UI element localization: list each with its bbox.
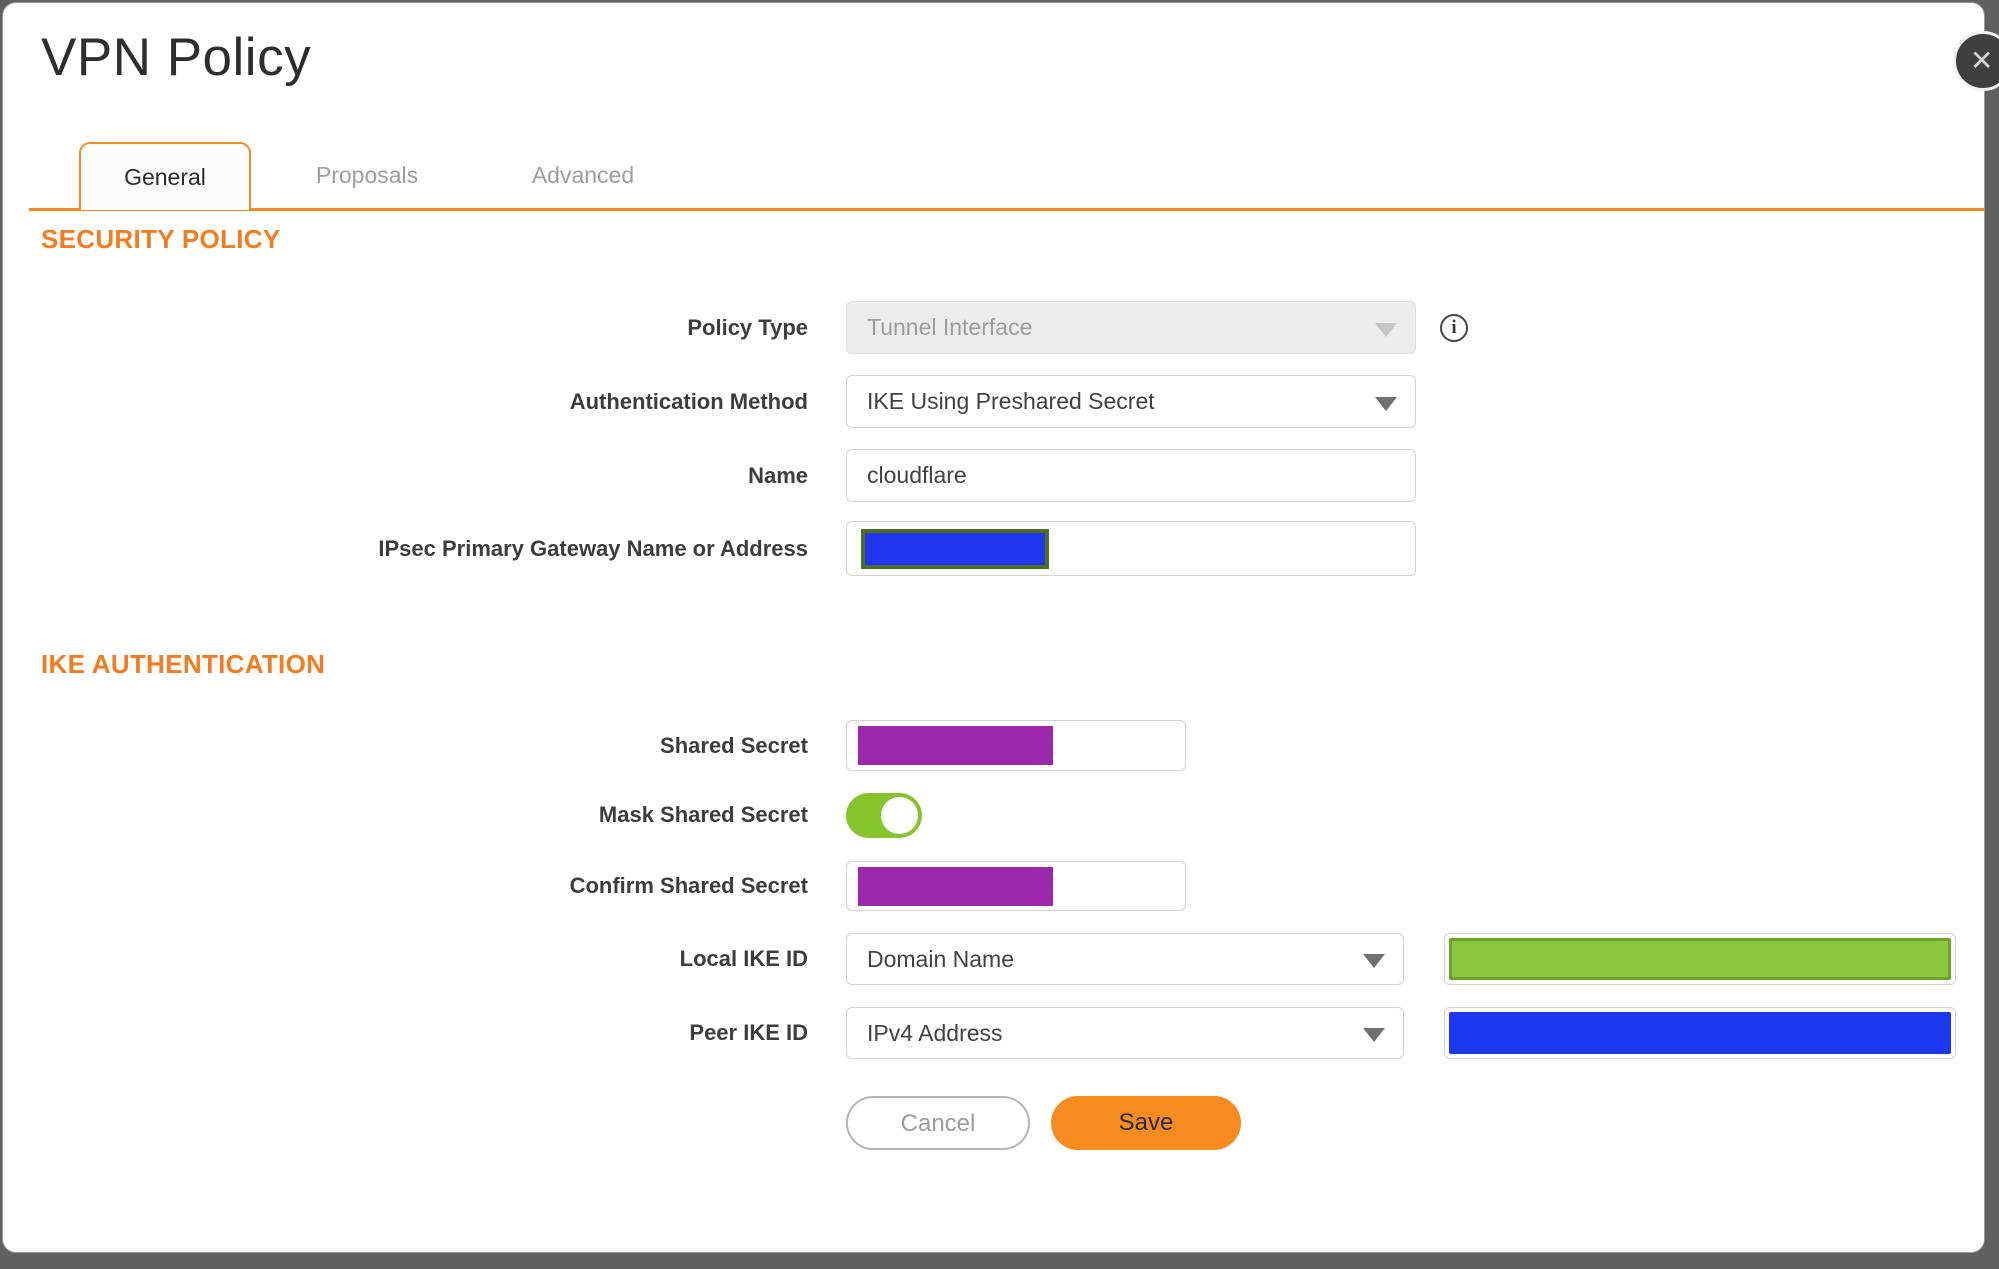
shared-secret-input[interactable] bbox=[846, 720, 1186, 771]
gateway-redacted-value bbox=[861, 528, 1049, 569]
save-button[interactable]: Save bbox=[1051, 1096, 1241, 1150]
chevron-down-icon bbox=[1363, 1028, 1385, 1042]
policy-type-label: Policy Type bbox=[687, 314, 808, 340]
name-value: cloudflare bbox=[867, 462, 967, 488]
tab-advanced[interactable]: Advanced bbox=[497, 142, 669, 210]
peer-ike-id-redacted-value bbox=[1449, 1012, 1951, 1054]
peer-ike-id-label: Peer IKE ID bbox=[689, 1020, 808, 1045]
name-label: Name bbox=[748, 462, 808, 488]
toggle-knob bbox=[881, 796, 918, 834]
close-icon: ✕ bbox=[1970, 45, 1994, 76]
close-button[interactable]: ✕ bbox=[1953, 31, 1999, 91]
local-ike-id-row: Local IKE ID Domain Name bbox=[3, 933, 1984, 985]
local-ike-id-input[interactable] bbox=[1444, 933, 1956, 985]
peer-ike-id-row: Peer IKE ID IPv4 Address bbox=[3, 1007, 1984, 1059]
section-heading-ike-authentication: IKE AUTHENTICATION bbox=[41, 649, 326, 679]
local-ike-id-type-value: Domain Name bbox=[867, 945, 1014, 972]
confirm-shared-secret-row: Confirm Shared Secret bbox=[3, 861, 1984, 911]
cancel-button[interactable]: Cancel bbox=[846, 1096, 1030, 1150]
peer-ike-id-type-value: IPv4 Address bbox=[867, 1019, 1003, 1046]
chevron-down-icon bbox=[1363, 954, 1385, 968]
local-ike-id-redacted-value bbox=[1449, 938, 1951, 980]
local-ike-id-label: Local IKE ID bbox=[679, 946, 808, 971]
authentication-method-row: Authentication Method IKE Using Preshare… bbox=[3, 375, 1984, 428]
vpn-policy-dialog: ✕ VPN Policy General Proposals Advanced … bbox=[2, 2, 1999, 1253]
peer-ike-id-select[interactable]: IPv4 Address bbox=[846, 1007, 1404, 1059]
tab-general[interactable]: General bbox=[79, 142, 251, 210]
peer-ike-id-input[interactable] bbox=[1444, 1007, 1956, 1059]
gateway-row: IPsec Primary Gateway Name or Address bbox=[3, 521, 1984, 576]
mask-shared-secret-label: Mask Shared Secret bbox=[598, 802, 808, 827]
page-title: VPN Policy bbox=[41, 28, 312, 87]
authentication-method-label: Authentication Method bbox=[569, 388, 808, 414]
shared-secret-row: Shared Secret bbox=[3, 720, 1984, 771]
confirm-shared-secret-input[interactable] bbox=[846, 861, 1186, 911]
shared-secret-redacted-value bbox=[858, 726, 1053, 765]
shared-secret-label: Shared Secret bbox=[660, 732, 808, 758]
policy-type-row: Policy Type Tunnel Interface i bbox=[3, 301, 1984, 354]
policy-type-value: Tunnel Interface bbox=[867, 314, 1033, 340]
confirm-shared-secret-redacted-value bbox=[858, 866, 1053, 906]
gateway-label: IPsec Primary Gateway Name or Address bbox=[378, 535, 808, 561]
action-buttons-row: Cancel Save bbox=[3, 1096, 1984, 1150]
gateway-input[interactable] bbox=[846, 521, 1416, 576]
mask-shared-secret-row: Mask Shared Secret bbox=[3, 792, 1984, 838]
authentication-method-select[interactable]: IKE Using Preshared Secret bbox=[846, 375, 1416, 428]
policy-type-select: Tunnel Interface bbox=[846, 301, 1416, 354]
authentication-method-value: IKE Using Preshared Secret bbox=[867, 388, 1155, 414]
chevron-down-icon bbox=[1375, 322, 1397, 337]
info-icon[interactable]: i bbox=[1440, 313, 1468, 342]
chevron-down-icon bbox=[1375, 396, 1397, 411]
section-heading-security-policy: SECURITY POLICY bbox=[41, 224, 281, 254]
name-row: Name cloudflare bbox=[3, 449, 1984, 502]
name-input[interactable]: cloudflare bbox=[846, 449, 1416, 502]
confirm-shared-secret-label: Confirm Shared Secret bbox=[569, 873, 808, 898]
local-ike-id-select[interactable]: Domain Name bbox=[846, 933, 1404, 985]
mask-shared-secret-toggle[interactable] bbox=[846, 792, 922, 838]
tab-proposals[interactable]: Proposals bbox=[281, 142, 453, 210]
